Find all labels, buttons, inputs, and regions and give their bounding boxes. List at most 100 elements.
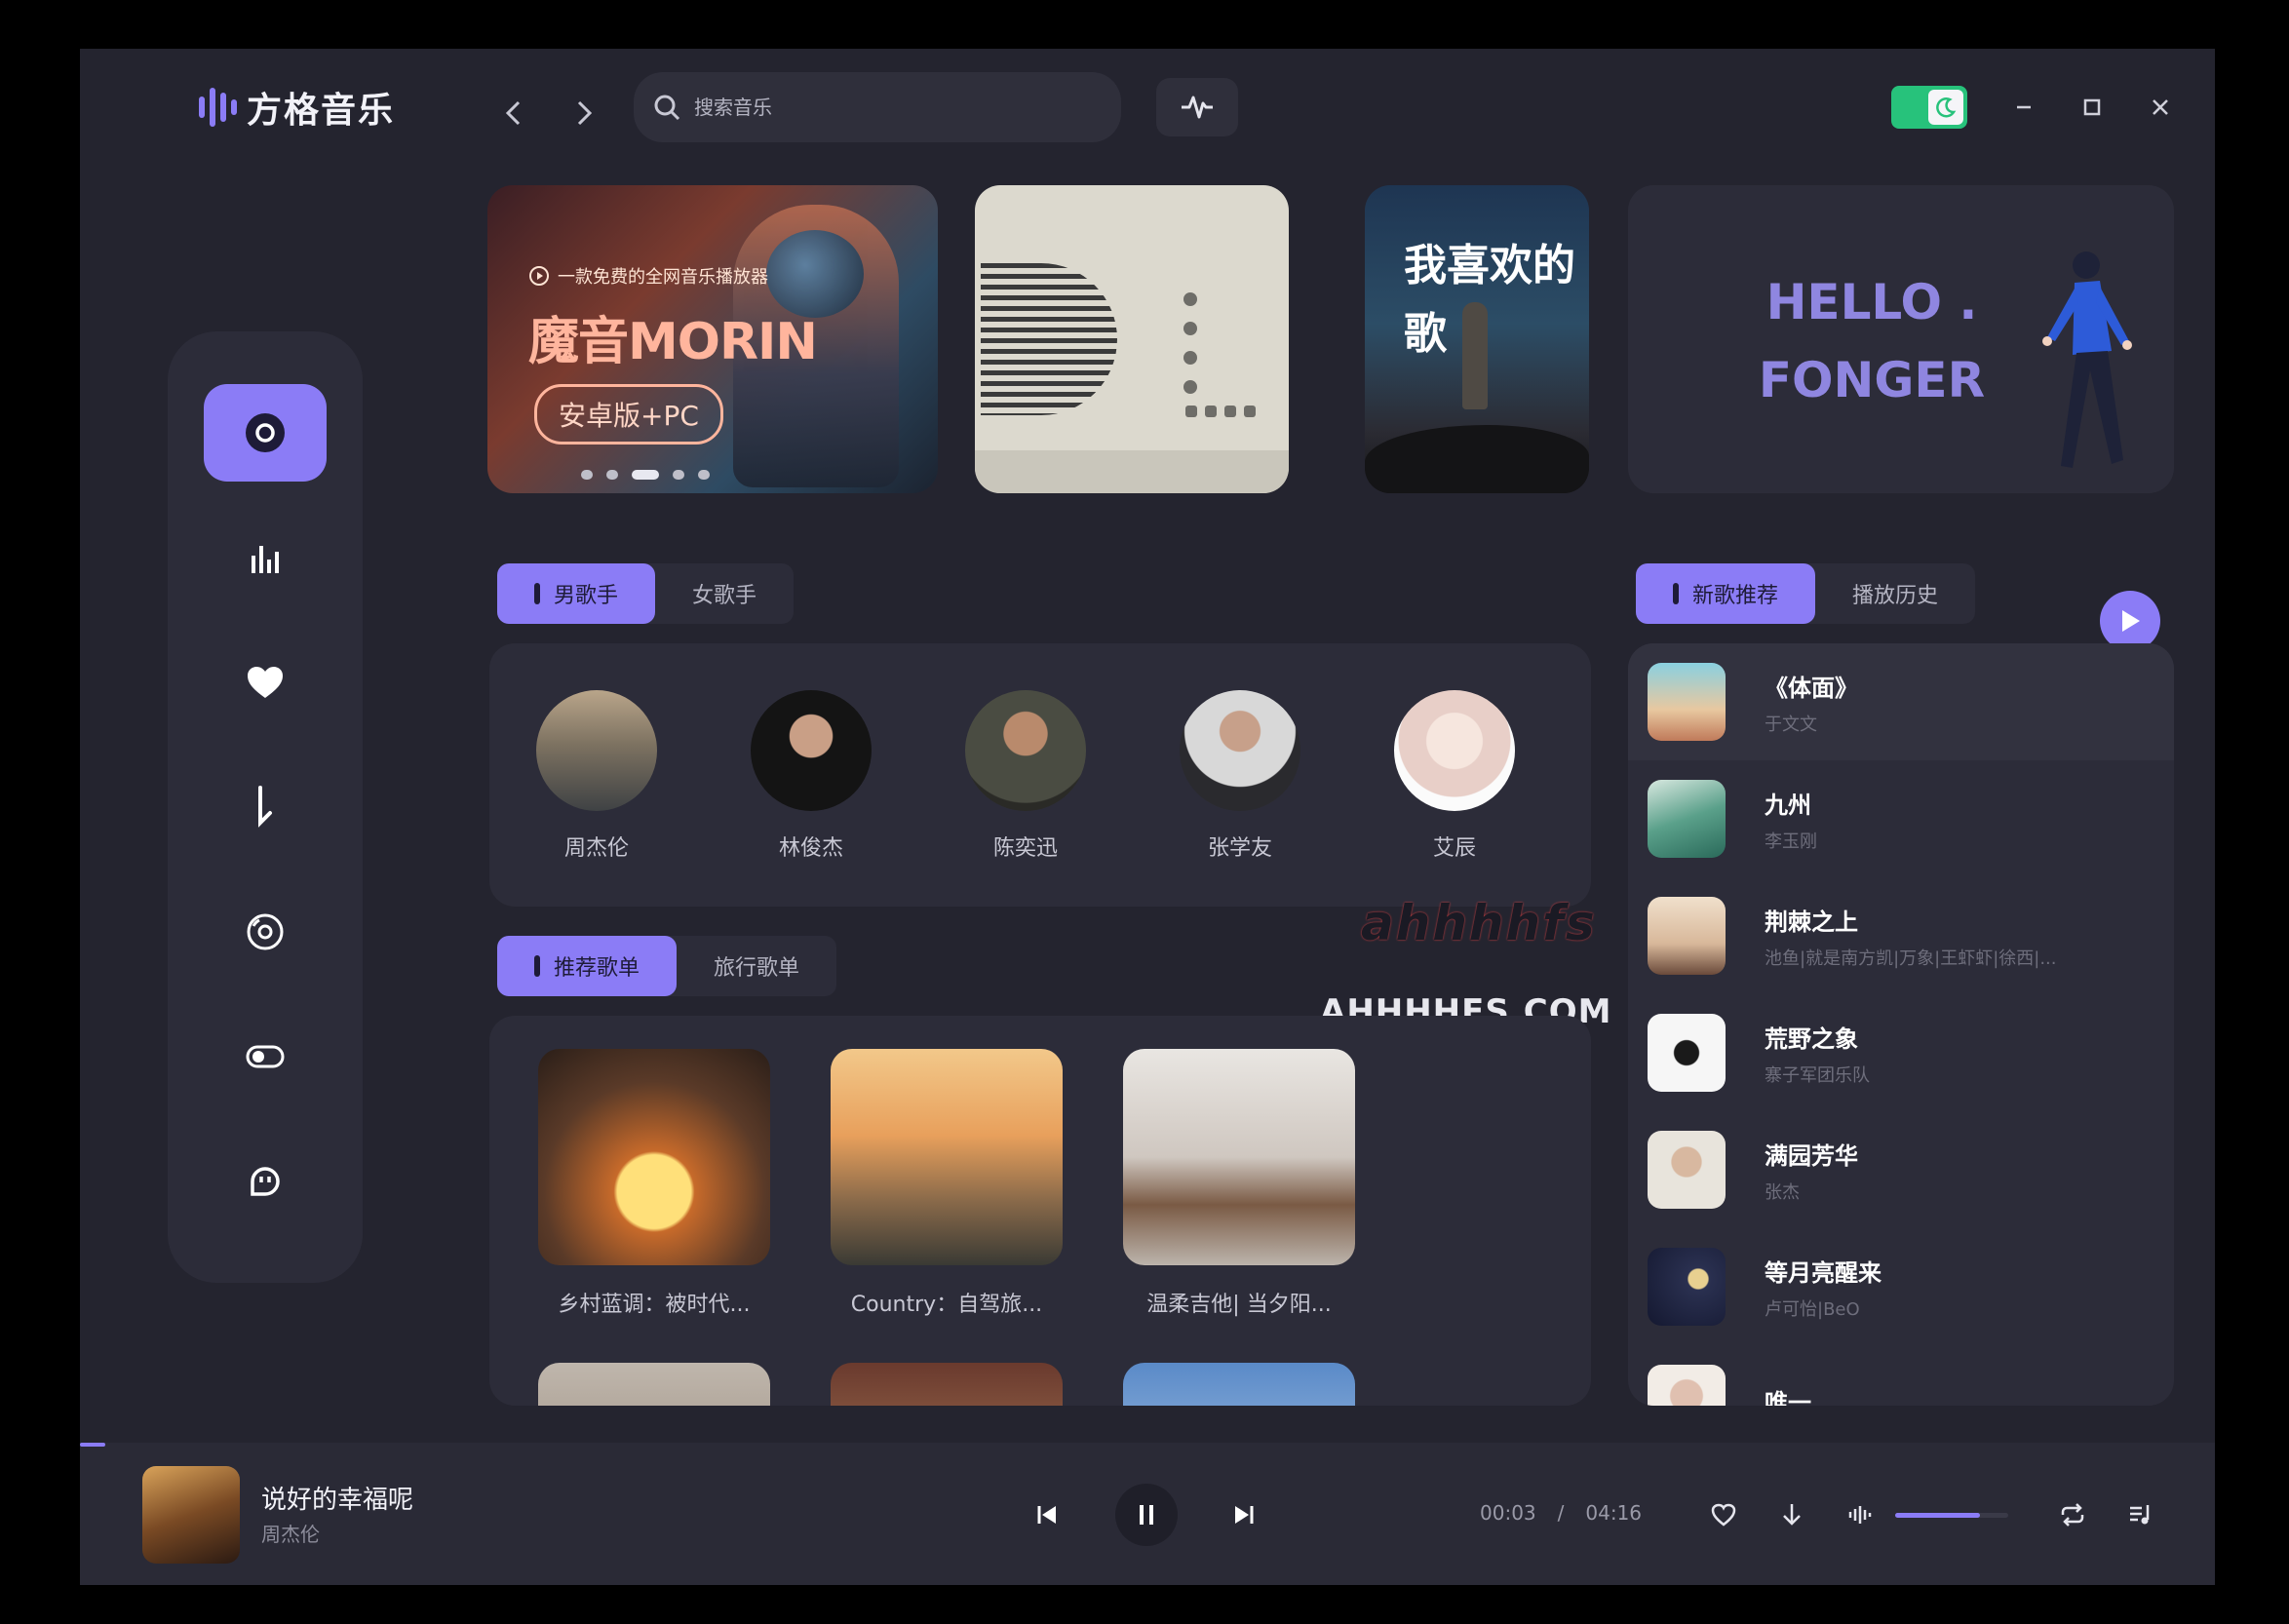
- carousel-dot[interactable]: [606, 470, 618, 480]
- song-row[interactable]: 荆棘之上 池鱼|就是南方凯|万象|王虾虾|徐西|...: [1628, 877, 2174, 994]
- playback-time: 00:03 / 04:16: [1480, 1501, 1642, 1525]
- sidebar-item-local[interactable]: [204, 883, 327, 981]
- carousel-dots: [581, 470, 710, 480]
- minimize-button[interactable]: [2000, 84, 2047, 131]
- song-row[interactable]: 荒野之象 寨子军团乐队: [1628, 994, 2174, 1111]
- chevron-left-icon: [505, 100, 521, 126]
- avatar: [965, 690, 1086, 811]
- hello-line-2: FONGER: [1758, 352, 1986, 408]
- current-time: 00:03: [1480, 1501, 1536, 1525]
- robot-icon: [251, 1167, 280, 1196]
- song-row[interactable]: 满园芳华 张杰: [1628, 1111, 2174, 1228]
- repeat-button[interactable]: [2053, 1495, 2092, 1534]
- chevron-right-icon: [577, 100, 593, 126]
- song-cover: [1648, 1014, 1726, 1092]
- watermark-logo: ahhhhfs: [1361, 895, 1597, 951]
- previous-button[interactable]: [1026, 1493, 1068, 1536]
- playlist-card[interactable]: 温柔吉他| 当夕阳...: [1123, 1049, 1355, 1318]
- heart-icon: [248, 667, 283, 698]
- sidebar-item-downloads[interactable]: [204, 758, 327, 856]
- playlist-cover: [1123, 1049, 1355, 1265]
- carousel-dot-active[interactable]: [632, 470, 659, 480]
- play-all-button[interactable]: [2100, 591, 2160, 651]
- song-row[interactable]: 等月亮醒来 卢可怡|BeO: [1628, 1228, 2174, 1345]
- heart-outline-icon: [1711, 1503, 1736, 1527]
- tab-female-artists[interactable]: 女歌手: [655, 563, 794, 624]
- maximize-button[interactable]: [2069, 84, 2115, 131]
- tab-new-songs[interactable]: 新歌推荐: [1636, 563, 1816, 624]
- sidebar-item-settings[interactable]: [204, 1008, 327, 1105]
- logo-wave-icon: [199, 83, 237, 132]
- volume-slider[interactable]: [1895, 1513, 2008, 1518]
- playlist-card[interactable]: Country：自驾旅...: [831, 1049, 1063, 1318]
- chart-bars-icon: [252, 546, 279, 573]
- download-song-button[interactable]: [1772, 1495, 1811, 1534]
- playlist-cover: [538, 1049, 770, 1265]
- tab-recommended-playlists[interactable]: 推荐歌单: [497, 936, 678, 996]
- sidebar-item-discover[interactable]: [204, 384, 327, 482]
- playlist-tabs: 推荐歌单 旅行歌单: [497, 936, 837, 996]
- search-box[interactable]: [634, 72, 1121, 142]
- playlist-card[interactable]: [831, 1363, 1063, 1406]
- banner-platform-pill: 安卓版+PC: [534, 384, 723, 445]
- maximize-icon: [2083, 98, 2101, 116]
- like-button[interactable]: [1704, 1495, 1743, 1534]
- banner-liked-songs[interactable]: 我喜欢的歌: [1365, 185, 1589, 493]
- play-pause-button[interactable]: [1115, 1484, 1178, 1546]
- volume-button[interactable]: [1841, 1495, 1880, 1534]
- playlist-card[interactable]: [538, 1363, 770, 1406]
- playlist-queue-button[interactable]: [2121, 1495, 2160, 1534]
- playlist-card[interactable]: [1123, 1363, 1355, 1406]
- artist-card[interactable]: 林俊杰: [733, 690, 889, 862]
- now-playing-cover[interactable]: [142, 1466, 240, 1564]
- tab-male-artists[interactable]: 男歌手: [497, 563, 656, 624]
- song-row[interactable]: 《体面》 于文文: [1628, 643, 2174, 760]
- voice-search-button[interactable]: [1156, 78, 1238, 136]
- artist-panel: 周杰伦 林俊杰 陈奕迅 张学友 艾辰: [489, 643, 1591, 907]
- playlist-cover: [1123, 1363, 1355, 1406]
- app-name: 方格音乐: [247, 91, 396, 131]
- close-icon: [2153, 99, 2168, 115]
- song-cover: [1648, 1365, 1726, 1406]
- carousel-dot[interactable]: [698, 470, 710, 480]
- hello-line-1: HELLO .: [1765, 274, 1978, 330]
- next-button[interactable]: [1222, 1493, 1265, 1536]
- play-circle-icon: [529, 266, 549, 286]
- theme-toggle[interactable]: [1891, 86, 1967, 129]
- progress-fill: [80, 1443, 106, 1447]
- banner-radio[interactable]: [975, 185, 1289, 493]
- search-input[interactable]: [694, 96, 1065, 119]
- song-list: 《体面》 于文文 九州 李玉刚 荆棘之上 池鱼|就是南方凯|万象|王虾虾|徐西|...…: [1628, 643, 2174, 1406]
- artist-card[interactable]: 陈奕迅: [948, 690, 1104, 862]
- artist-card[interactable]: 张学友: [1162, 690, 1318, 862]
- now-playing-artist: 周杰伦: [261, 1523, 320, 1546]
- banner-hello: HELLO . FONGER: [1628, 185, 2174, 493]
- back-button[interactable]: [491, 92, 534, 135]
- sidebar-item-favorites[interactable]: [204, 634, 327, 731]
- skip-next-icon: [1235, 1506, 1254, 1524]
- artist-card[interactable]: 周杰伦: [519, 690, 675, 862]
- carousel-dot[interactable]: [581, 470, 593, 480]
- song-cover: [1648, 1248, 1726, 1326]
- playlist-cover: [538, 1363, 770, 1406]
- banner-morin[interactable]: 一款免费的全网音乐播放器 魔音MORIN 安卓版+PC: [487, 185, 938, 493]
- tab-play-history[interactable]: 播放历史: [1815, 563, 1975, 624]
- tab-travel-playlists[interactable]: 旅行歌单: [677, 936, 836, 996]
- artist-tabs: 男歌手 女歌手: [497, 563, 795, 624]
- carousel-dot[interactable]: [673, 470, 684, 480]
- playback-progress[interactable]: [80, 1443, 2215, 1447]
- playlist-card[interactable]: 乡村蓝调：被时代...: [538, 1049, 770, 1318]
- song-cover: [1648, 780, 1726, 858]
- song-row[interactable]: 唯一: [1628, 1345, 2174, 1406]
- song-tabs: 新歌推荐 播放历史: [1636, 563, 1976, 624]
- song-row[interactable]: 九州 李玉刚: [1628, 760, 2174, 877]
- artist-card[interactable]: 艾辰: [1377, 690, 1532, 862]
- skip-previous-icon: [1037, 1506, 1056, 1524]
- forward-button[interactable]: [563, 92, 606, 135]
- sidebar-item-charts[interactable]: [204, 509, 327, 606]
- now-playing-title: 说好的幸福呢: [261, 1486, 414, 1515]
- close-button[interactable]: [2137, 84, 2184, 131]
- banner-tagline: 一款免费的全网音乐播放器: [558, 267, 768, 288]
- song-cover: [1648, 1131, 1726, 1209]
- sidebar-item-about[interactable]: [204, 1133, 327, 1230]
